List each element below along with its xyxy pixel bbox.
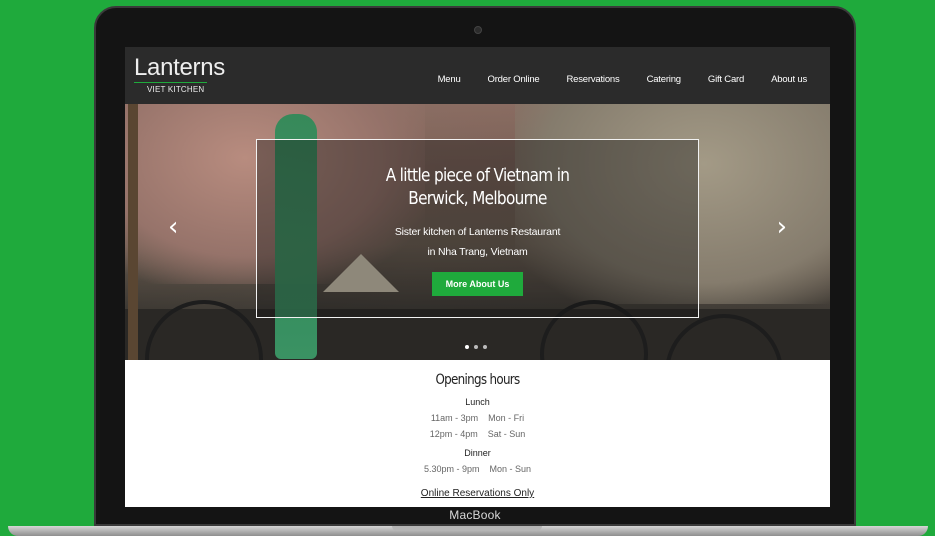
hero-title-line: A little piece of Vietnam in (385, 165, 570, 186)
hours-row: 5.30pm - 9pm Mon - Sun (125, 464, 830, 474)
hero-subtitle: Sister kitchen of Lanterns Restaurant in… (257, 222, 698, 262)
slider-dot[interactable] (465, 345, 469, 349)
online-reservations-link[interactable]: Online Reservations Only (421, 488, 534, 499)
hero-subtitle-line: Sister kitchen of Lanterns Restaurant (394, 226, 561, 238)
nav-item-about-us[interactable]: About us (771, 74, 807, 85)
slider-dot[interactable] (483, 345, 487, 349)
opening-hours-section: Openings hours Lunch 11am - 3pm Mon - Fri… (125, 360, 830, 501)
dinner-title: Dinner (464, 448, 491, 458)
hero-slider: A little piece of Vietnam in Berwick, Me… (125, 104, 830, 360)
nav-item-catering[interactable]: Catering (647, 74, 682, 85)
hours-row: 12pm - 4pm Sat - Sun (125, 429, 830, 439)
hours-time: 11am - 3pm (430, 413, 479, 423)
device-label: MacBook (449, 508, 501, 522)
website-screen: Lanterns VIET KITCHEN Menu Order Online … (125, 47, 830, 507)
chevron-right-icon[interactable]: › (777, 214, 787, 240)
chevron-left-icon[interactable]: ‹ (168, 214, 178, 240)
logo-underline (134, 82, 207, 83)
laptop-frame: Lanterns VIET KITCHEN Menu Order Online … (94, 6, 856, 526)
slider-dots (465, 345, 487, 349)
hero-title-line: Berwick, Melbourne (408, 188, 547, 209)
logo-subtitle: VIET KITCHEN (147, 85, 205, 94)
camera-icon (474, 26, 482, 34)
hero-title: A little piece of Vietnam in Berwick, Me… (290, 164, 665, 210)
hours-days: Sat - Sun (487, 429, 526, 439)
nav-item-gift-card[interactable]: Gift Card (708, 74, 744, 85)
logo-title: Lanterns (134, 54, 225, 81)
opening-hours-title: Openings hours (435, 372, 520, 388)
hours-row: 11am - 3pm Mon - Fri (125, 413, 830, 423)
lunch-title: Lunch (465, 397, 490, 407)
logo[interactable]: Lanterns VIET KITCHEN (134, 55, 225, 94)
nav-item-reservations[interactable]: Reservations (567, 74, 620, 85)
hours-days: Mon - Fri (488, 413, 525, 423)
more-about-us-button[interactable]: More About Us (431, 272, 524, 296)
laptop-base-notch (392, 526, 542, 531)
nav-item-menu[interactable]: Menu (438, 74, 461, 85)
nav-item-order-online[interactable]: Order Online (488, 74, 540, 85)
hero-caption-box: A little piece of Vietnam in Berwick, Me… (256, 139, 699, 318)
navbar: Lanterns VIET KITCHEN Menu Order Online … (125, 47, 830, 104)
hero-photo-pole (128, 104, 138, 360)
main-nav: Menu Order Online Reservations Catering … (411, 74, 808, 85)
hours-time: 12pm - 4pm (429, 429, 478, 439)
hours-time: 5.30pm - 9pm (423, 464, 480, 474)
slider-dot[interactable] (474, 345, 478, 349)
hours-days: Mon - Sun (489, 464, 532, 474)
hero-subtitle-line: in Nha Trang, Vietnam (427, 246, 528, 258)
